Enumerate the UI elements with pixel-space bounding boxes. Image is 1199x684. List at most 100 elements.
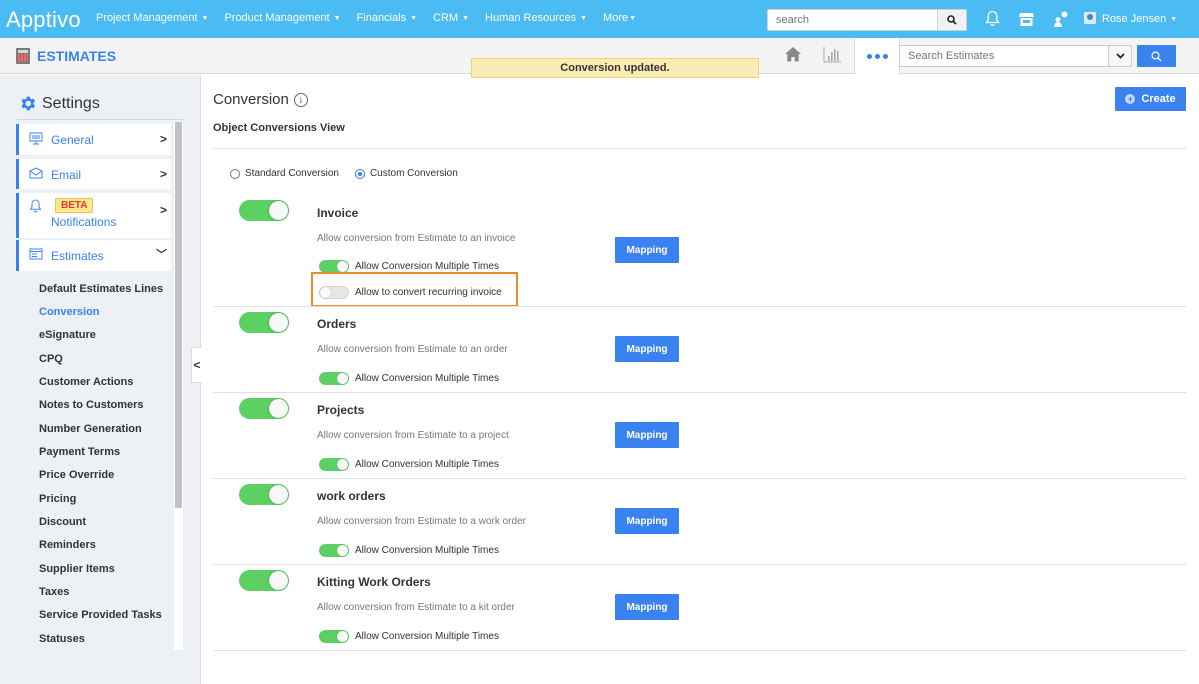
radio-button[interactable]	[230, 168, 240, 179]
sidebar-scrollbar[interactable]	[174, 122, 183, 650]
mapping-button-invoice[interactable]: Mapping	[615, 237, 679, 263]
menu-label: Product Management	[224, 12, 330, 24]
menu-human-resources[interactable]: Human Resources ▼	[485, 12, 587, 24]
chevron-left-icon: <	[193, 358, 201, 372]
radio-standard-conversion[interactable]: Standard Conversion	[230, 168, 339, 179]
search-filter-dropdown[interactable]	[1108, 46, 1131, 66]
user-name: Rose Jensen	[1102, 13, 1167, 25]
sidebar-item-notes-to-customers[interactable]: Notes to Customers	[39, 399, 144, 411]
toggle-work-orders-conversion[interactable]	[239, 484, 289, 505]
menu-crm[interactable]: CRM ▼	[433, 12, 469, 24]
menu-product-management[interactable]: Product Management ▼	[224, 12, 340, 24]
caret-down-icon: ▼	[333, 15, 341, 22]
sidebar-section-email[interactable]: Email >	[16, 159, 171, 189]
object-description: Allow conversion from Estimate to a work…	[317, 516, 526, 527]
mapping-button-kitting-work-orders[interactable]: Mapping	[615, 594, 679, 620]
toggle-multiple-times[interactable]	[319, 372, 349, 385]
menu-financials[interactable]: Financials ▼	[357, 12, 417, 24]
estimates-search-input[interactable]	[900, 46, 1100, 66]
store-icon[interactable]	[1019, 12, 1034, 27]
apptivo-logo[interactable]: Apptivo	[6, 7, 81, 33]
sidebar-item-supplier-items[interactable]: Supplier Items	[39, 563, 115, 575]
page-title-text: Conversion	[213, 91, 289, 108]
section-label: Notifications	[51, 215, 117, 229]
home-icon[interactable]	[784, 46, 802, 62]
sidebar-item-default-estimates-lines[interactable]: Default Estimates Lines	[39, 283, 163, 295]
dot	[874, 54, 880, 59]
toggle-multiple-times[interactable]	[319, 544, 349, 557]
chevron-right-icon: >	[159, 167, 167, 181]
sidebar-item-customer-actions[interactable]: Customer Actions	[39, 376, 133, 388]
sidebar-item-esignature[interactable]: eSignature	[39, 329, 96, 341]
list-window-icon	[29, 248, 43, 260]
sidebar-item-cpq[interactable]: CPQ	[39, 353, 63, 365]
mapping-button-orders[interactable]: Mapping	[615, 336, 679, 362]
sidebar-item-conversion[interactable]: Conversion	[39, 306, 100, 318]
sidebar-item-statuses[interactable]: Statuses	[39, 633, 85, 645]
estimates-search-button[interactable]	[1137, 45, 1176, 67]
divider	[213, 650, 1186, 651]
caret-down-icon: ▼	[462, 15, 470, 22]
toggle-multiple-times[interactable]	[319, 458, 349, 471]
toggle-projects-conversion[interactable]	[239, 398, 289, 419]
sidebar-item-taxes[interactable]: Taxes	[39, 586, 69, 598]
toggle-multiple-times[interactable]	[319, 630, 349, 643]
option-work-orders-multiple-times: Allow Conversion Multiple Times	[319, 544, 499, 557]
option-label: Allow Conversion Multiple Times	[355, 459, 499, 470]
menu-project-management[interactable]: Project Management ▼	[96, 12, 208, 24]
caret-down-icon: ▼	[410, 15, 418, 22]
search-icon	[1151, 50, 1162, 61]
sidebar-item-service-provided-tasks[interactable]: Service Provided Tasks	[39, 609, 162, 621]
top-navigation-bar: Apptivo Project Management ▼ Product Mana…	[0, 0, 1199, 38]
bell-icon[interactable]	[985, 10, 1000, 27]
gear-icon	[21, 96, 36, 111]
chevron-down-icon	[1115, 53, 1125, 59]
sidebar-item-pricing[interactable]: Pricing	[39, 493, 76, 505]
section-subtitle: Object Conversions View	[213, 122, 345, 134]
toggle-kitting-work-orders-conversion[interactable]	[239, 570, 289, 591]
envelope-icon	[29, 167, 43, 179]
sidebar-item-discount[interactable]: Discount	[39, 516, 86, 528]
divider	[17, 119, 183, 120]
sidebar-item-number-generation[interactable]: Number Generation	[39, 423, 142, 435]
object-title-work-orders: work orders	[317, 489, 386, 503]
sidebar-item-reminders[interactable]: Reminders	[39, 539, 96, 551]
global-search-input[interactable]	[768, 10, 938, 30]
user-menu[interactable]: Rose Jensen ▼	[1084, 12, 1177, 25]
sidebar-section-general[interactable]: General >	[16, 124, 171, 155]
menu-more[interactable]: More▼	[603, 12, 636, 24]
section-label: Email	[51, 168, 82, 182]
radio-custom-conversion[interactable]: Custom Conversion	[354, 168, 458, 179]
sidebar-section-notifications[interactable]: BETA Notifications >	[16, 193, 171, 238]
toggle-invoice-conversion[interactable]	[239, 200, 289, 221]
bar-chart-icon[interactable]	[823, 46, 842, 63]
caret-down-icon: ▼	[201, 15, 209, 22]
chevron-right-icon: >	[159, 132, 167, 146]
app-title[interactable]: ESTIMATES	[16, 48, 116, 64]
option-label: Allow Conversion Multiple Times	[355, 631, 499, 642]
mapping-button-work-orders[interactable]: Mapping	[615, 508, 679, 534]
chevron-down-icon: ﹀	[156, 249, 167, 261]
object-title-kitting-work-orders: Kitting Work Orders	[317, 575, 431, 589]
bell-icon	[29, 199, 42, 213]
toggle-orders-conversion[interactable]	[239, 312, 289, 333]
more-options-button[interactable]	[854, 38, 900, 75]
scrollbar-thumb[interactable]	[175, 122, 182, 508]
people-icon[interactable]	[1053, 11, 1069, 28]
highlight-box	[311, 272, 518, 307]
object-title-invoice: Invoice	[317, 206, 359, 220]
create-label: Create	[1141, 93, 1176, 105]
option-projects-multiple-times: Allow Conversion Multiple Times	[319, 458, 499, 471]
collapse-sidebar-button[interactable]: <	[191, 347, 202, 383]
toast-notification: Conversion updated.	[471, 58, 759, 78]
info-icon[interactable]: i	[293, 92, 308, 107]
mapping-button-projects[interactable]: Mapping	[615, 422, 679, 448]
sidebar-section-estimates[interactable]: Estimates ﹀	[16, 240, 171, 271]
conversion-mode-radio-group: Standard Conversion Custom Conversion	[230, 168, 474, 179]
menu-label: Project Management	[96, 12, 198, 24]
radio-button[interactable]	[354, 168, 365, 179]
sidebar-item-payment-terms[interactable]: Payment Terms	[39, 446, 120, 458]
create-button[interactable]: + Create	[1115, 87, 1186, 111]
global-search-button[interactable]	[937, 10, 966, 30]
sidebar-item-price-override[interactable]: Price Override	[39, 469, 114, 481]
